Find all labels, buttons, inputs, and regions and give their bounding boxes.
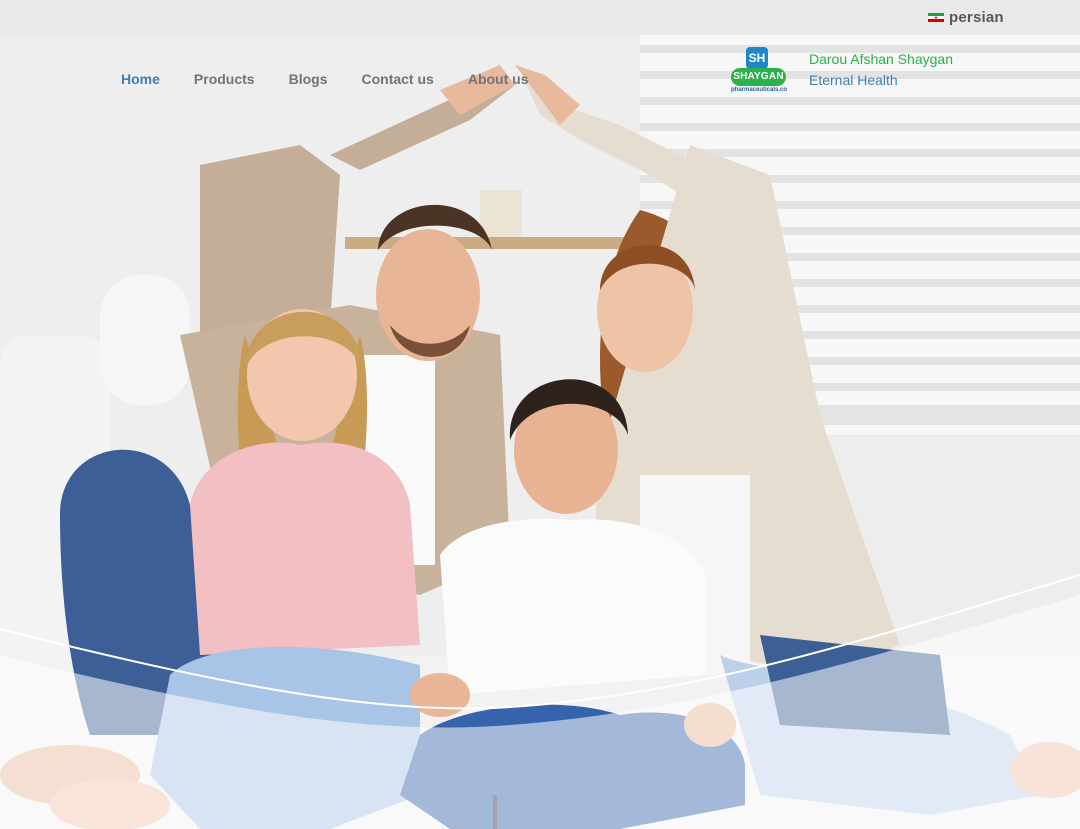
language-label: persian	[949, 9, 1004, 26]
top-bar: persian	[0, 0, 1080, 35]
logo-subtitle: pharmaceuticals.co	[730, 87, 788, 93]
company-name: Darou Afshan Shaygan	[809, 51, 953, 67]
nav-products[interactable]: Products	[194, 71, 255, 87]
logo-wordmark: SHAYGAN	[731, 68, 786, 86]
nav-contact-us[interactable]: Contact us	[361, 71, 433, 87]
language-switcher[interactable]: persian	[928, 9, 1004, 26]
nav-home[interactable]: Home	[121, 71, 160, 87]
company-tagline: Eternal Health	[809, 72, 898, 88]
brand-text: Darou Afshan Shaygan Eternal Health	[809, 49, 953, 97]
main-nav: Home Products Blogs Contact us About us	[121, 71, 562, 87]
company-logo[interactable]: SH SHAYGAN pharmaceuticals.co	[728, 47, 790, 97]
family-hero-image	[0, 35, 1080, 829]
iran-flag-icon	[928, 12, 944, 23]
nav-blogs[interactable]: Blogs	[289, 71, 328, 87]
logo-mark: SH	[746, 47, 768, 69]
hero-banner: Home Products Blogs Contact us About us …	[0, 35, 1080, 829]
brand: SH SHAYGAN pharmaceuticals.co Darou Afsh…	[728, 47, 953, 97]
nav-about-us[interactable]: About us	[468, 71, 529, 87]
